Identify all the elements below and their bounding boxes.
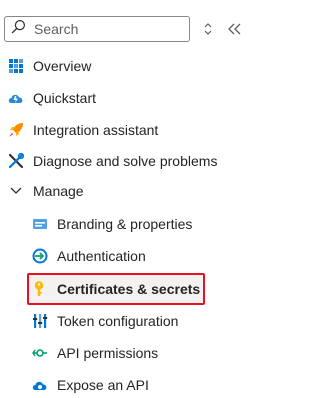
sidebar-item-integration-assistant[interactable]: Integration assistant xyxy=(7,117,158,143)
chevron-down-icon xyxy=(7,182,25,200)
sidebar-item-label: API permissions xyxy=(57,345,159,361)
sidebar-item-label: Authentication xyxy=(57,248,146,264)
authentication-icon xyxy=(31,247,49,265)
sidebar-group-manage[interactable]: Manage xyxy=(7,178,84,204)
search-box[interactable] xyxy=(4,16,190,42)
sidebar-item-label: Quickstart xyxy=(33,90,97,106)
cloud-icon xyxy=(31,376,49,394)
sidebar-item-diagnose[interactable]: Diagnose and solve problems xyxy=(7,148,217,174)
sidebar-item-api-permissions[interactable]: API permissions xyxy=(31,340,158,366)
sidebar-item-authentication[interactable]: Authentication xyxy=(31,243,146,269)
sidebar-group-label: Manage xyxy=(33,183,84,199)
search-input[interactable] xyxy=(32,20,176,38)
key-icon xyxy=(31,280,49,298)
sidebar-item-label: Integration assistant xyxy=(33,122,159,138)
sidebar-item-certificates-secrets[interactable]: Certificates & secrets xyxy=(31,276,200,302)
search-icon xyxy=(11,19,26,39)
sidebar-item-label: Branding & properties xyxy=(57,216,193,232)
sidebar-item-label: Overview xyxy=(33,58,92,74)
sidebar-item-expose-api[interactable]: Expose an API xyxy=(31,372,149,398)
expand-collapse-icon[interactable] xyxy=(201,20,215,38)
wrench-screwdriver-icon xyxy=(7,152,25,170)
api-permissions-icon xyxy=(31,344,49,362)
token-bars-icon xyxy=(31,312,49,330)
sidebar-item-label: Expose an API xyxy=(57,377,149,393)
rocket-icon xyxy=(7,121,25,139)
sidebar-item-token-configuration[interactable]: Token configuration xyxy=(31,308,178,334)
sidebar-item-branding[interactable]: Branding & properties xyxy=(31,211,192,237)
branding-icon xyxy=(31,215,49,233)
sidebar-item-label: Diagnose and solve problems xyxy=(33,153,218,169)
sidebar-item-label: Certificates & secrets xyxy=(57,281,201,297)
collapse-sidebar-icon[interactable] xyxy=(228,19,242,39)
sidebar-item-label: Token configuration xyxy=(57,313,179,329)
grid-icon xyxy=(7,57,25,75)
sidebar-item-overview[interactable]: Overview xyxy=(7,53,91,79)
cloud-lightning-icon xyxy=(7,89,25,107)
sidebar-item-quickstart[interactable]: Quickstart xyxy=(7,85,96,111)
